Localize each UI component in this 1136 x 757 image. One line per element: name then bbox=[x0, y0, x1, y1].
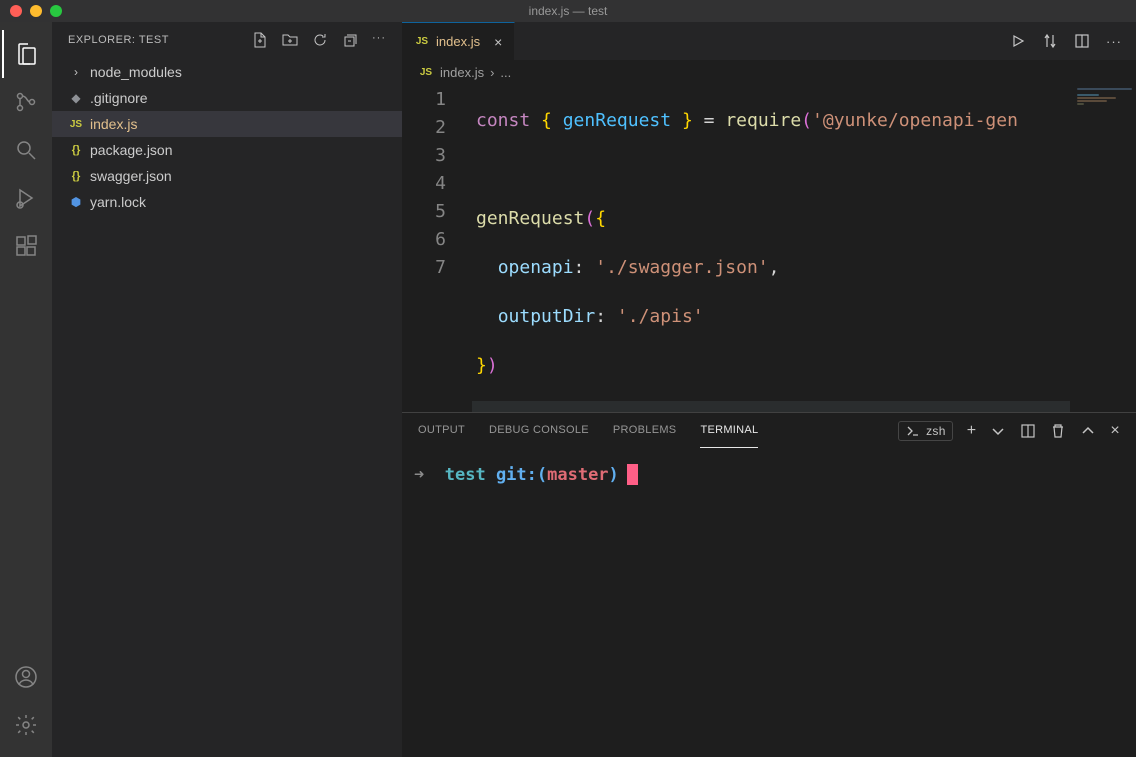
terminal-selector[interactable]: zsh bbox=[898, 421, 953, 441]
source-control-icon[interactable] bbox=[2, 78, 50, 126]
kill-terminal-icon[interactable] bbox=[1050, 423, 1066, 439]
line-gutter: 1 2 3 4 5 6 7 bbox=[402, 86, 472, 412]
titlebar: index.js — test bbox=[0, 0, 1136, 22]
minimap[interactable] bbox=[1077, 88, 1132, 128]
more-actions-icon[interactable]: ··· bbox=[1106, 34, 1122, 49]
terminal-cursor bbox=[627, 464, 638, 485]
prompt-arrow: ➜ bbox=[414, 465, 424, 485]
collapse-all-icon[interactable] bbox=[342, 32, 358, 48]
new-terminal-icon[interactable]: + bbox=[967, 422, 977, 440]
tab-output[interactable]: OUTPUT bbox=[418, 413, 465, 448]
activity-bar bbox=[0, 22, 52, 757]
new-folder-icon[interactable] bbox=[282, 32, 298, 48]
file-label: package.json bbox=[90, 142, 173, 158]
js-file-icon: JS bbox=[414, 36, 430, 47]
run-file-icon[interactable] bbox=[1010, 33, 1026, 49]
explorer-title: EXPLORER: TEST bbox=[68, 34, 252, 46]
editor-area: JS index.js × ··· JS index.js › ... 1 2 … bbox=[402, 22, 1136, 757]
js-file-icon: JS bbox=[68, 119, 84, 130]
breadcrumb-symbol: ... bbox=[500, 65, 511, 80]
prompt-git: git:( bbox=[496, 465, 547, 485]
split-editor-icon[interactable] bbox=[1074, 33, 1090, 49]
file-tree: › node_modules ◆ .gitignore JS index.js … bbox=[52, 57, 402, 757]
split-terminal-icon[interactable] bbox=[1020, 423, 1036, 439]
file-index-js[interactable]: JS index.js bbox=[52, 111, 402, 137]
file-package-json[interactable]: {} package.json bbox=[52, 137, 402, 163]
close-tab-icon[interactable]: × bbox=[494, 34, 502, 50]
close-panel-icon[interactable]: × bbox=[1110, 422, 1120, 440]
more-actions-icon[interactable]: ··· bbox=[372, 32, 386, 48]
code-content[interactable]: const { genRequest } = require('@yunke/o… bbox=[472, 86, 1136, 412]
file-label: swagger.json bbox=[90, 168, 172, 184]
tab-index-js[interactable]: JS index.js × bbox=[402, 22, 515, 60]
prompt-git-close: ) bbox=[609, 465, 619, 485]
terminal[interactable]: ➜ test git:(master) bbox=[402, 448, 1136, 757]
file-label: index.js bbox=[90, 116, 137, 132]
breadcrumb-separator: › bbox=[490, 65, 494, 80]
explorer-sidebar: EXPLORER: TEST ··· › node_modules ◆ .git… bbox=[52, 22, 402, 757]
file-swagger-json[interactable]: {} swagger.json bbox=[52, 163, 402, 189]
run-debug-icon[interactable] bbox=[2, 174, 50, 222]
window-title: index.js — test bbox=[529, 4, 608, 18]
close-window-button[interactable] bbox=[10, 5, 22, 17]
compare-changes-icon[interactable] bbox=[1042, 33, 1058, 49]
file-yarn-lock[interactable]: ⬢ yarn.lock bbox=[52, 189, 402, 215]
window-controls bbox=[0, 5, 62, 17]
extensions-icon[interactable] bbox=[2, 222, 50, 270]
panel-tabs: OUTPUT DEBUG CONSOLE PROBLEMS TERMINAL z… bbox=[402, 413, 1136, 448]
tab-problems[interactable]: PROBLEMS bbox=[613, 413, 677, 448]
chevron-right-icon: › bbox=[68, 65, 84, 79]
breadcrumb-file: index.js bbox=[440, 65, 484, 80]
git-file-icon: ◆ bbox=[68, 91, 84, 105]
maximize-window-button[interactable] bbox=[50, 5, 62, 17]
dropdown-icon[interactable] bbox=[990, 423, 1006, 439]
bottom-panel: OUTPUT DEBUG CONSOLE PROBLEMS TERMINAL z… bbox=[402, 412, 1136, 757]
explorer-icon[interactable] bbox=[2, 30, 50, 78]
file-label: .gitignore bbox=[90, 90, 148, 106]
json-file-icon: {} bbox=[68, 170, 84, 182]
file-label: node_modules bbox=[90, 64, 182, 80]
settings-gear-icon[interactable] bbox=[2, 701, 50, 749]
json-file-icon: {} bbox=[68, 144, 84, 156]
prompt-branch: master bbox=[547, 465, 608, 485]
file-gitignore[interactable]: ◆ .gitignore bbox=[52, 85, 402, 111]
tab-bar: JS index.js × ··· bbox=[402, 22, 1136, 60]
accounts-icon[interactable] bbox=[2, 653, 50, 701]
js-file-icon: JS bbox=[418, 67, 434, 78]
new-file-icon[interactable] bbox=[252, 32, 268, 48]
lock-file-icon: ⬢ bbox=[68, 195, 84, 209]
maximize-panel-icon[interactable] bbox=[1080, 423, 1096, 439]
breadcrumb[interactable]: JS index.js › ... bbox=[402, 60, 1136, 86]
shell-name: zsh bbox=[926, 424, 946, 438]
tab-label: index.js bbox=[436, 34, 480, 49]
file-label: yarn.lock bbox=[90, 194, 146, 210]
search-icon[interactable] bbox=[2, 126, 50, 174]
prompt-dir: test bbox=[445, 465, 486, 485]
folder-node-modules[interactable]: › node_modules bbox=[52, 59, 402, 85]
tab-terminal[interactable]: TERMINAL bbox=[700, 413, 758, 448]
explorer-header: EXPLORER: TEST ··· bbox=[52, 22, 402, 57]
tab-debug-console[interactable]: DEBUG CONSOLE bbox=[489, 413, 589, 448]
minimize-window-button[interactable] bbox=[30, 5, 42, 17]
code-editor[interactable]: 1 2 3 4 5 6 7 const { genRequest } = req… bbox=[402, 86, 1136, 412]
refresh-icon[interactable] bbox=[312, 32, 328, 48]
